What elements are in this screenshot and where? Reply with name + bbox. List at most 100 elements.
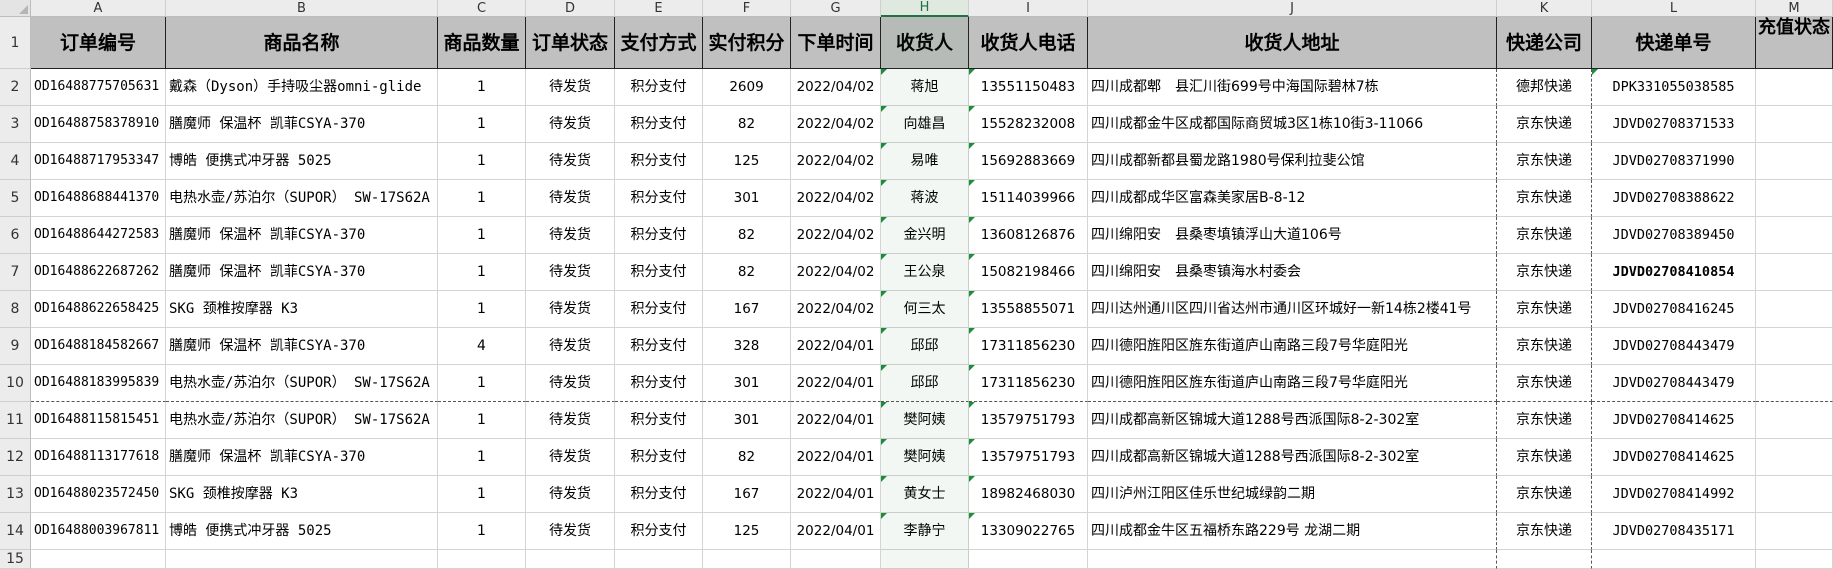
cell-h10[interactable]: 邱邱	[881, 365, 969, 402]
cell-j14[interactable]: 四川成都金牛区五福桥东路229号 龙湖二期	[1088, 513, 1497, 550]
cell-c6[interactable]: 1	[438, 217, 526, 254]
select-all-corner[interactable]	[0, 0, 31, 17]
cell-g14[interactable]: 2022/04/01	[791, 513, 881, 550]
cell-e8[interactable]: 积分支付	[615, 291, 703, 328]
cell-f12[interactable]: 82	[703, 439, 791, 476]
cell-b10[interactable]: 电热水壶/苏泊尔（SUPOR） SW-17S62A	[166, 365, 438, 402]
cell-e2[interactable]: 积分支付	[615, 69, 703, 106]
cell-d12[interactable]: 待发货	[526, 439, 615, 476]
cell-j12[interactable]: 四川成都高新区锦城大道1288号西派国际8-2-302室	[1088, 439, 1497, 476]
header-cell-i[interactable]: 收货人电话	[969, 17, 1088, 69]
cell-b8[interactable]: SKG 颈椎按摩器 K3	[166, 291, 438, 328]
cell-l7[interactable]: JDVD02708410854	[1592, 254, 1756, 291]
cell-l14[interactable]: JDVD02708435171	[1592, 513, 1756, 550]
cell-c5[interactable]: 1	[438, 180, 526, 217]
row-header-5[interactable]: 5	[0, 180, 31, 217]
cell-a5[interactable]: OD16488688441370	[31, 180, 166, 217]
cell-e10[interactable]: 积分支付	[615, 365, 703, 402]
cell-c2[interactable]: 1	[438, 69, 526, 106]
cell-e15[interactable]	[615, 550, 703, 569]
cell-a10[interactable]: OD16488183995839	[31, 365, 166, 402]
cell-e6[interactable]: 积分支付	[615, 217, 703, 254]
cell-b11[interactable]: 电热水壶/苏泊尔（SUPOR） SW-17S62A	[166, 402, 438, 439]
cell-f7[interactable]: 82	[703, 254, 791, 291]
cell-f2[interactable]: 2609	[703, 69, 791, 106]
cell-l13[interactable]: JDVD02708414992	[1592, 476, 1756, 513]
cell-b13[interactable]: SKG 颈椎按摩器 K3	[166, 476, 438, 513]
cell-b12[interactable]: 膳魔师 保温杯 凯菲CSYA-370	[166, 439, 438, 476]
cell-f3[interactable]: 82	[703, 106, 791, 143]
cell-a9[interactable]: OD16488184582667	[31, 328, 166, 365]
row-header-1[interactable]: 1	[0, 17, 31, 69]
header-cell-f[interactable]: 实付积分	[703, 17, 791, 69]
cell-e14[interactable]: 积分支付	[615, 513, 703, 550]
cell-c3[interactable]: 1	[438, 106, 526, 143]
cell-g8[interactable]: 2022/04/02	[791, 291, 881, 328]
cell-b4[interactable]: 博皓 便携式冲牙器 5025	[166, 143, 438, 180]
cell-g10[interactable]: 2022/04/01	[791, 365, 881, 402]
row-header-6[interactable]: 6	[0, 217, 31, 254]
row-header-2[interactable]: 2	[0, 69, 31, 106]
cell-h13[interactable]: 黄女士	[881, 476, 969, 513]
cell-k4[interactable]: 京东快递	[1497, 143, 1592, 180]
cell-j5[interactable]: 四川成都成华区富森美家居B-8-12	[1088, 180, 1497, 217]
cell-g7[interactable]: 2022/04/02	[791, 254, 881, 291]
cell-c13[interactable]: 1	[438, 476, 526, 513]
column-header-c[interactable]: C	[438, 0, 526, 17]
column-header-a[interactable]: A	[31, 0, 166, 17]
cell-b6[interactable]: 膳魔师 保温杯 凯菲CSYA-370	[166, 217, 438, 254]
cell-k15[interactable]	[1497, 550, 1592, 569]
cell-j15[interactable]	[1088, 550, 1497, 569]
cell-a14[interactable]: OD16488003967811	[31, 513, 166, 550]
cell-j4[interactable]: 四川成都新都县蜀龙路1980号保利拉斐公馆	[1088, 143, 1497, 180]
cell-a6[interactable]: OD16488644272583	[31, 217, 166, 254]
cell-m3[interactable]	[1756, 106, 1833, 143]
row-header-11[interactable]: 11	[0, 402, 31, 439]
cell-e3[interactable]: 积分支付	[615, 106, 703, 143]
cell-i14[interactable]: 13309022765	[969, 513, 1088, 550]
cell-k2[interactable]: 德邦快递	[1497, 69, 1592, 106]
cell-a8[interactable]: OD16488622658425	[31, 291, 166, 328]
cell-k5[interactable]: 京东快递	[1497, 180, 1592, 217]
cell-m11[interactable]	[1756, 402, 1833, 439]
header-cell-j[interactable]: 收货人地址	[1088, 17, 1497, 69]
cell-b5[interactable]: 电热水壶/苏泊尔（SUPOR） SW-17S62A	[166, 180, 438, 217]
row-header-3[interactable]: 3	[0, 106, 31, 143]
cell-m4[interactable]	[1756, 143, 1833, 180]
cell-l11[interactable]: JDVD02708414625	[1592, 402, 1756, 439]
cell-d8[interactable]: 待发货	[526, 291, 615, 328]
cell-d10[interactable]: 待发货	[526, 365, 615, 402]
cell-i5[interactable]: 15114039966	[969, 180, 1088, 217]
cell-f13[interactable]: 167	[703, 476, 791, 513]
cell-b3[interactable]: 膳魔师 保温杯 凯菲CSYA-370	[166, 106, 438, 143]
cell-g12[interactable]: 2022/04/01	[791, 439, 881, 476]
cell-d11[interactable]: 待发货	[526, 402, 615, 439]
cell-h2[interactable]: 蒋旭	[881, 69, 969, 106]
cell-g3[interactable]: 2022/04/02	[791, 106, 881, 143]
cell-l6[interactable]: JDVD02708389450	[1592, 217, 1756, 254]
cell-h6[interactable]: 金兴明	[881, 217, 969, 254]
cell-l15[interactable]	[1592, 550, 1756, 569]
cell-m9[interactable]	[1756, 328, 1833, 365]
cell-i12[interactable]: 13579751793	[969, 439, 1088, 476]
cell-l10[interactable]: JDVD02708443479	[1592, 365, 1756, 402]
column-header-i[interactable]: I	[969, 0, 1088, 17]
column-header-l[interactable]: L	[1592, 0, 1756, 17]
cell-j11[interactable]: 四川成都高新区锦城大道1288号西派国际8-2-302室	[1088, 402, 1497, 439]
cell-m10[interactable]	[1756, 365, 1833, 402]
cell-f9[interactable]: 328	[703, 328, 791, 365]
cell-k7[interactable]: 京东快递	[1497, 254, 1592, 291]
cell-f11[interactable]: 301	[703, 402, 791, 439]
column-header-b[interactable]: B	[166, 0, 438, 17]
cell-d4[interactable]: 待发货	[526, 143, 615, 180]
row-header-12[interactable]: 12	[0, 439, 31, 476]
column-header-f[interactable]: F	[703, 0, 791, 17]
cell-f5[interactable]: 301	[703, 180, 791, 217]
cell-k14[interactable]: 京东快递	[1497, 513, 1592, 550]
row-header-8[interactable]: 8	[0, 291, 31, 328]
cell-j10[interactable]: 四川德阳旌阳区旌东街道庐山南路三段7号华庭阳光	[1088, 365, 1497, 402]
cell-h5[interactable]: 蒋波	[881, 180, 969, 217]
cell-e11[interactable]: 积分支付	[615, 402, 703, 439]
cell-i4[interactable]: 15692883669	[969, 143, 1088, 180]
column-header-h[interactable]: H	[881, 0, 969, 17]
